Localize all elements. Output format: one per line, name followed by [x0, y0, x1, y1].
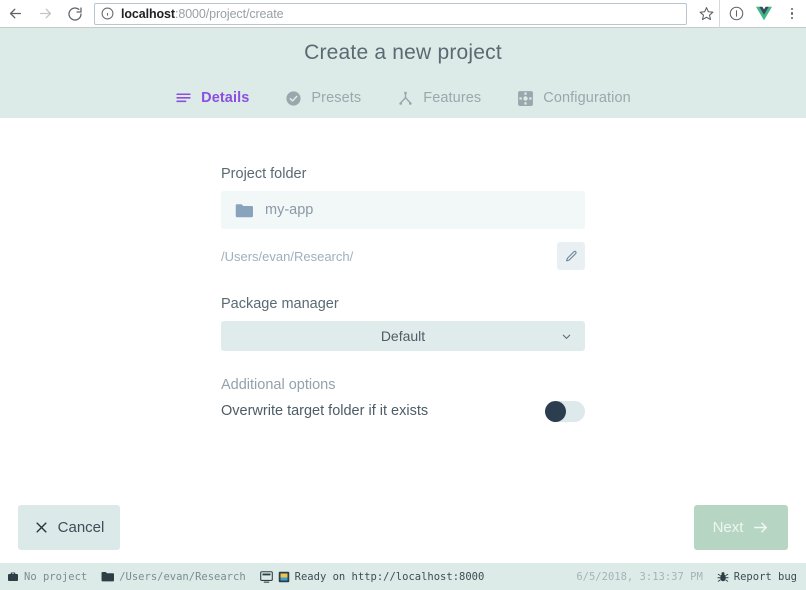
pencil-edit-icon — [565, 250, 578, 263]
status-folder[interactable]: /Users/evan/Research — [101, 570, 246, 583]
three-dots-menu-icon[interactable] — [778, 0, 806, 28]
package-manager-select[interactable]: Default — [221, 321, 585, 351]
edit-path-button[interactable] — [557, 242, 585, 270]
report-bug-text: Report bug — [733, 570, 797, 583]
tab-label: Configuration — [543, 90, 631, 106]
briefcase-icon — [7, 571, 19, 583]
tab-configuration[interactable]: Configuration — [499, 79, 649, 113]
next-button[interactable]: Next — [694, 505, 788, 550]
status-project-text: No project — [24, 570, 88, 583]
tab-label: Details — [201, 90, 250, 106]
next-label: Next — [712, 519, 744, 536]
wizard-tabs: Details Presets Features Configuration — [0, 79, 806, 130]
url-bar[interactable]: localhost:8000/project/create — [94, 2, 687, 25]
tab-label: Features — [423, 90, 482, 106]
package-manager-value: Default — [380, 328, 426, 344]
overwrite-toggle[interactable] — [545, 400, 585, 422]
list-lines-icon — [175, 90, 192, 107]
status-ready[interactable]: Ready on http://localhost:8000 — [259, 570, 485, 583]
status-bar: No project /Users/evan/Research Ready on… — [0, 563, 806, 590]
cancel-label: Cancel — [57, 519, 105, 536]
page-title: Create a new project — [304, 41, 502, 64]
arrow-right-icon — [752, 519, 769, 536]
project-path-text: /Users/evan/Research/ — [221, 248, 354, 264]
additional-options-label: Additional options — [221, 377, 336, 393]
browser-extensions — [719, 0, 806, 28]
info-circle-icon[interactable] — [722, 0, 750, 28]
status-timestamp: 6/5/2018, 3:13:37 PM — [576, 570, 703, 583]
status-ready-text: Ready on http://localhost:8000 — [294, 570, 485, 583]
close-x-icon — [34, 520, 49, 535]
project-folder-input[interactable]: my-app — [221, 191, 585, 229]
star-icon[interactable] — [693, 0, 719, 28]
wizard-content: Project folder my-app /Users/evan/Resear… — [0, 118, 806, 500]
url-path: :8000/project/create — [174, 6, 284, 21]
package-manager-label: Package manager — [221, 296, 339, 312]
vue-logo-icon[interactable] — [750, 0, 778, 28]
project-folder-label: Project folder — [221, 166, 307, 182]
terminal-icon — [259, 570, 273, 583]
check-circle-icon — [285, 90, 302, 107]
reload-icon[interactable] — [60, 0, 90, 28]
wizard-footer: Cancel Next — [0, 500, 806, 563]
status-folder-text: /Users/evan/Research — [119, 570, 246, 583]
sitemap-icon — [397, 90, 414, 107]
project-folder-value: my-app — [265, 202, 314, 218]
forward-icon[interactable] — [30, 0, 60, 28]
url-host: localhost — [121, 6, 175, 21]
folder-icon — [101, 571, 115, 582]
toggle-knob — [545, 400, 566, 422]
tab-details[interactable]: Details — [157, 79, 268, 130]
overwrite-label: Overwrite target folder if it exists — [221, 403, 429, 419]
details-form: Project folder my-app /Users/evan/Resear… — [221, 118, 585, 424]
bug-icon — [717, 571, 729, 583]
folder-icon — [235, 203, 253, 218]
overwrite-option-row: Overwrite target folder if it exists — [221, 398, 585, 424]
back-icon[interactable] — [0, 0, 30, 28]
tab-features[interactable]: Features — [379, 79, 499, 113]
chevron-down-icon — [560, 330, 573, 343]
url-text: localhost:8000/project/create — [121, 7, 283, 21]
wizard-header: Create a new project Details Presets Fea… — [0, 28, 806, 130]
tab-presets[interactable]: Presets — [267, 79, 379, 113]
settings-square-icon — [517, 90, 534, 107]
status-project[interactable]: No project — [7, 571, 87, 583]
project-path-row: /Users/evan/Research/ — [221, 242, 585, 270]
browser-toolbar: localhost:8000/project/create — [0, 0, 806, 28]
vue-cli-ui-window: localhost:8000/project/create Create a n… — [0, 0, 806, 590]
tab-label: Presets — [311, 90, 362, 106]
cancel-button[interactable]: Cancel — [18, 505, 120, 550]
info-circle-icon[interactable] — [101, 7, 114, 20]
task-square-icon — [278, 571, 290, 583]
report-bug-button[interactable]: Report bug — [717, 571, 797, 583]
dots-glyph — [782, 7, 802, 20]
